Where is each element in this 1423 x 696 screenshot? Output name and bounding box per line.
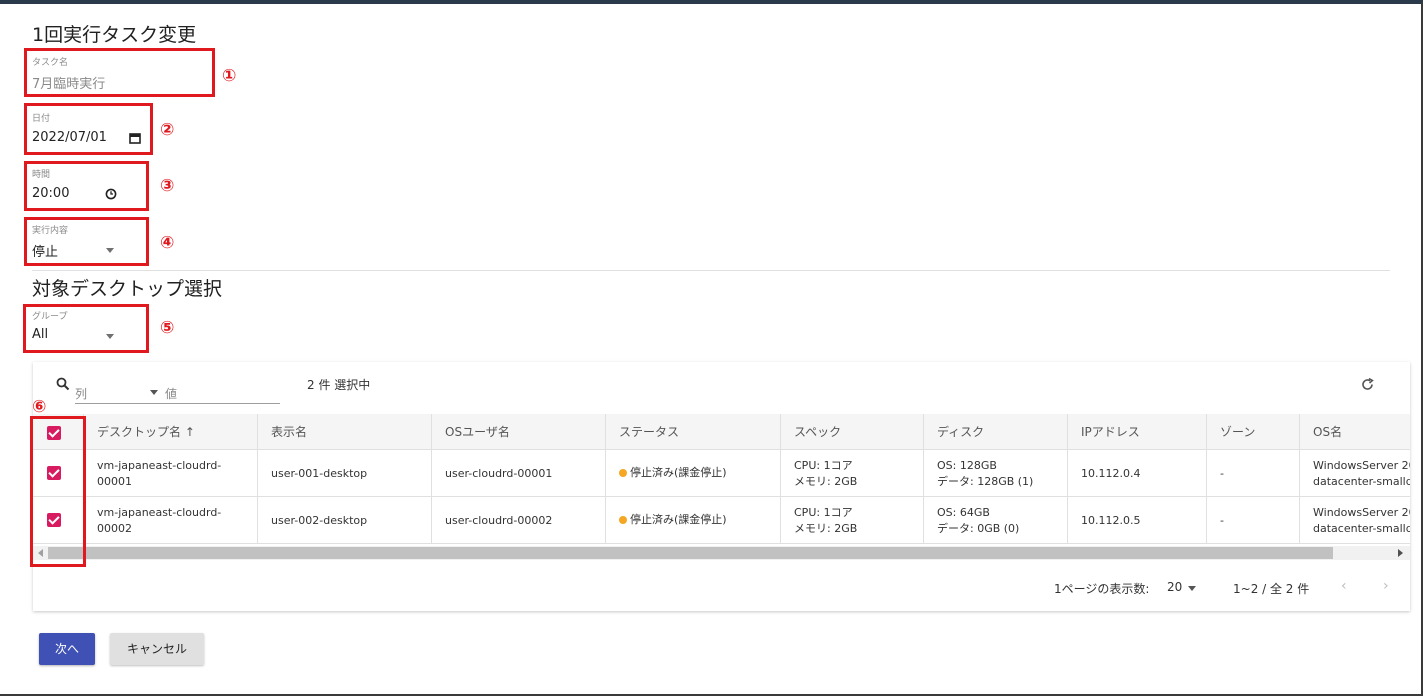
table-row-1-zone: - (1220, 467, 1224, 480)
chevron-down-icon[interactable] (106, 334, 114, 339)
chevron-down-icon[interactable] (1188, 586, 1196, 591)
column-header-disk[interactable]: ディスク (923, 414, 984, 450)
section-title: 対象デスクトップ選択 (32, 278, 223, 300)
table-row-1-status: 停止済み(課金停止) (605, 465, 727, 481)
table-row-1-os-user: user-cloudrd-00001 (445, 467, 553, 480)
calendar-icon[interactable] (129, 132, 141, 144)
next-button[interactable]: 次へ (39, 633, 95, 665)
action-select[interactable]: 停止 (32, 241, 58, 260)
table-row-2-os-user: user-cloudrd-00002 (445, 514, 553, 527)
table-row-1-display-name: user-001-desktop (271, 467, 368, 480)
annotation-number-3: ③ (160, 176, 175, 196)
column-header-zone[interactable]: ゾーン (1206, 414, 1255, 450)
group-label: グループ (32, 312, 68, 322)
table-row-1-ip: 10.112.0.4 (1081, 467, 1141, 480)
horizontal-scrollbar-thumb[interactable] (48, 547, 1333, 559)
refresh-icon[interactable] (1360, 377, 1375, 392)
row-divider (33, 543, 1410, 544)
search-underline (75, 403, 280, 404)
column-header-os[interactable]: OS名 (1299, 414, 1342, 450)
table-row-1-disk: OS: 128GB データ: 128GB (1) (937, 459, 1034, 488)
sort-arrow-icon[interactable]: ↑ (185, 425, 195, 439)
row-divider (33, 496, 1410, 497)
annotation-number-1: ① (222, 66, 237, 86)
clock-icon[interactable] (105, 188, 117, 200)
pagination-range: 1~2 / 全 2 件 (1233, 582, 1310, 596)
scroll-right-icon[interactable] (1398, 549, 1403, 557)
annotation-number-6: ⑥ (32, 397, 47, 417)
chevron-down-icon[interactable] (150, 390, 158, 395)
page-title: 1回実行タスク変更 (32, 24, 197, 46)
rows-per-page-label: 1ページの表示数: (1054, 582, 1150, 596)
time-input[interactable]: 20:00 (32, 186, 69, 201)
column-header-spec[interactable]: スペック (780, 414, 841, 450)
task-name-label: タスク名 (32, 58, 69, 68)
search-icon (56, 377, 70, 391)
annotation-number-2: ② (160, 120, 175, 140)
column-header-display-name[interactable]: 表示名 (257, 414, 307, 450)
table-row-2-disk: OS: 64GB データ: 0GB (0) (937, 506, 1020, 535)
table-row-2-desktop-name: vm-japaneast-cloudrd- 00002 (97, 506, 222, 535)
time-label: 時間 (32, 170, 51, 180)
desktop-table-card (33, 362, 1410, 611)
table-header (33, 414, 1410, 450)
column-header-status[interactable]: ステータス (605, 414, 679, 450)
rows-per-page-select[interactable]: 20 (1167, 580, 1182, 594)
action-label: 実行内容 (32, 226, 69, 236)
table-row-2-display-name: user-002-desktop (271, 514, 368, 527)
table-row-2-os: WindowsServer 20 datacenter-smalldi (1313, 506, 1410, 535)
status-dot-icon (619, 516, 627, 524)
date-label: 日付 (32, 114, 51, 124)
table-row-1-spec: CPU: 1コア メモリ: 2GB (794, 459, 858, 488)
annotation-box-6 (30, 416, 86, 567)
column-header-ip[interactable]: IPアドレス (1067, 414, 1140, 450)
annotation-number-5: ⑤ (160, 318, 175, 338)
column-header-os-user[interactable]: OSユーザ名 (431, 414, 510, 450)
selected-count: 2 件 選択中 (307, 378, 371, 392)
annotation-number-4: ④ (160, 233, 175, 253)
table-row-2-status: 停止済み(課金停止) (605, 512, 727, 528)
chevron-down-icon[interactable] (106, 248, 114, 253)
search-column-input[interactable]: 列 (75, 385, 87, 402)
column-header-desktop-name[interactable]: デスクトップ名 ↑ (83, 414, 195, 450)
table-row-1-os: WindowsServer 20 datacenter-smalldi (1313, 459, 1410, 488)
table-row-2-spec: CPU: 1コア メモリ: 2GB (794, 506, 858, 535)
cancel-button[interactable]: キャンセル (110, 633, 204, 665)
next-page-icon[interactable]: › (1383, 578, 1389, 594)
group-select[interactable]: All (32, 327, 48, 342)
section-divider (32, 270, 1390, 271)
search-value-input[interactable]: 値 (165, 385, 177, 402)
table-row-1-desktop-name: vm-japaneast-cloudrd- 00001 (97, 459, 222, 488)
table-row-2-ip: 10.112.0.5 (1081, 514, 1141, 527)
status-dot-icon (619, 469, 627, 477)
table-row-2-zone: - (1220, 514, 1224, 527)
task-name-input[interactable]: 7月臨時実行 (32, 73, 105, 92)
date-input[interactable]: 2022/07/01 (32, 130, 107, 145)
previous-page-icon[interactable]: ‹ (1341, 578, 1347, 594)
